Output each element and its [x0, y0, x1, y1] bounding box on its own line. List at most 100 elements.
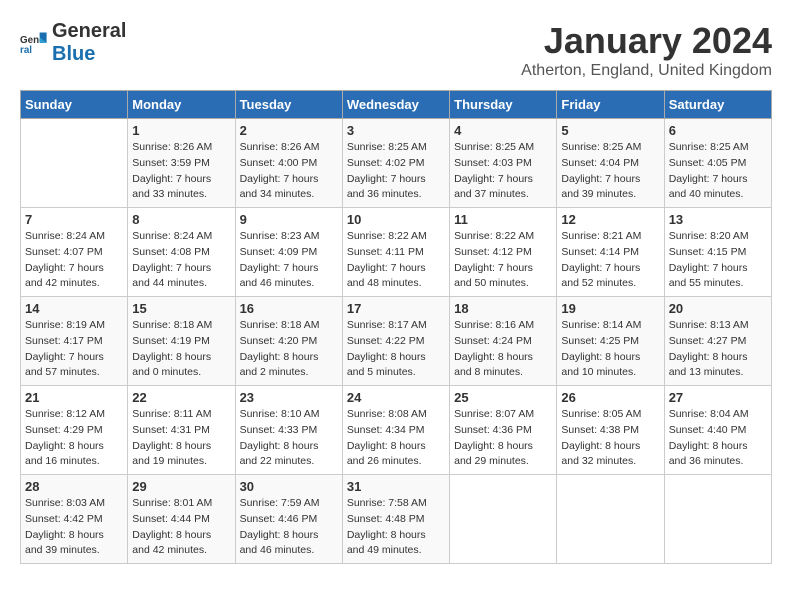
- day-number: 6: [669, 123, 767, 138]
- weekday-header-saturday: Saturday: [664, 91, 771, 119]
- calendar-cell: 10 Sunrise: 8:22 AMSunset: 4:11 PMDayligh…: [342, 208, 449, 297]
- calendar-cell: 11Sunrise: 8:22 AMSunset: 4:12 PMDayligh…: [450, 208, 557, 297]
- day-number: 2: [240, 123, 338, 138]
- day-detail: Sunrise: 8:12 AMSunset: 4:29 PMDaylight:…: [25, 407, 123, 470]
- calendar-cell: [557, 475, 664, 564]
- month-title: January 2024: [521, 20, 772, 62]
- weekday-header-tuesday: Tuesday: [235, 91, 342, 119]
- calendar-week-4: 21Sunrise: 8:12 AMSunset: 4:29 PMDayligh…: [21, 386, 772, 475]
- day-number: 5: [561, 123, 659, 138]
- weekday-header-row: SundayMondayTuesdayWednesdayThursdayFrid…: [21, 91, 772, 119]
- calendar-cell: 17 Sunrise: 8:17 AMSunset: 4:22 PMDayligh…: [342, 297, 449, 386]
- day-detail: Sunrise: 8:07 AMSunset: 4:36 PMDaylight:…: [454, 407, 552, 470]
- day-detail: Sunrise: 8:13 AMSunset: 4:27 PMDaylight:…: [669, 318, 767, 381]
- calendar-cell: 13Sunrise: 8:20 AMSunset: 4:15 PMDayligh…: [664, 208, 771, 297]
- day-number: 17: [347, 301, 445, 316]
- day-detail: Sunrise: 8:19 AMSunset: 4:17 PMDaylight:…: [25, 318, 123, 381]
- calendar-cell: 26 Sunrise: 8:05 AMSunset: 4:38 PMDayligh…: [557, 386, 664, 475]
- day-detail: Sunrise: 8:14 AMSunset: 4:25 PMDaylight:…: [561, 318, 659, 381]
- calendar-cell: 7 Sunrise: 8:24 AMSunset: 4:07 PMDaylight…: [21, 208, 128, 297]
- day-number: 14: [25, 301, 123, 316]
- day-detail: Sunrise: 8:22 AMSunset: 4:11 PMDaylight:…: [347, 229, 445, 292]
- day-number: 31: [347, 479, 445, 494]
- calendar-cell: 20 Sunrise: 8:13 AMSunset: 4:27 PMDayligh…: [664, 297, 771, 386]
- day-detail: Sunrise: 8:24 AMSunset: 4:07 PMDaylight:…: [25, 229, 123, 292]
- day-detail: Sunrise: 8:26 AMSunset: 4:00 PMDaylight:…: [240, 140, 338, 203]
- calendar-cell: 4 Sunrise: 8:25 AMSunset: 4:03 PMDaylight…: [450, 119, 557, 208]
- calendar-cell: 31 Sunrise: 7:58 AMSunset: 4:48 PMDayligh…: [342, 475, 449, 564]
- day-detail: Sunrise: 8:03 AMSunset: 4:42 PMDaylight:…: [25, 496, 123, 559]
- weekday-header-friday: Friday: [557, 91, 664, 119]
- day-number: 30: [240, 479, 338, 494]
- day-detail: Sunrise: 8:25 AMSunset: 4:03 PMDaylight:…: [454, 140, 552, 203]
- calendar-cell: 18Sunrise: 8:16 AMSunset: 4:24 PMDayligh…: [450, 297, 557, 386]
- weekday-header-wednesday: Wednesday: [342, 91, 449, 119]
- day-number: 10: [347, 212, 445, 227]
- day-number: 20: [669, 301, 767, 316]
- weekday-header-sunday: Sunday: [21, 91, 128, 119]
- day-number: 15: [132, 301, 230, 316]
- calendar-cell: 22 Sunrise: 8:11 AMSunset: 4:31 PMDayligh…: [128, 386, 235, 475]
- day-detail: Sunrise: 8:18 AMSunset: 4:19 PMDaylight:…: [132, 318, 230, 381]
- day-number: 1: [132, 123, 230, 138]
- calendar-week-1: 1Sunrise: 8:26 AMSunset: 3:59 PMDaylight…: [21, 119, 772, 208]
- calendar-cell: 3 Sunrise: 8:25 AMSunset: 4:02 PMDaylight…: [342, 119, 449, 208]
- day-number: 26: [561, 390, 659, 405]
- calendar-cell: 12 Sunrise: 8:21 AMSunset: 4:14 PMDayligh…: [557, 208, 664, 297]
- day-detail: Sunrise: 8:17 AMSunset: 4:22 PMDaylight:…: [347, 318, 445, 381]
- day-number: 16: [240, 301, 338, 316]
- day-number: 22: [132, 390, 230, 405]
- calendar-cell: 28 Sunrise: 8:03 AMSunset: 4:42 PMDayligh…: [21, 475, 128, 564]
- calendar-cell: 29 Sunrise: 8:01 AMSunset: 4:44 PMDayligh…: [128, 475, 235, 564]
- day-number: 28: [25, 479, 123, 494]
- calendar-cell: 2 Sunrise: 8:26 AMSunset: 4:00 PMDaylight…: [235, 119, 342, 208]
- day-number: 9: [240, 212, 338, 227]
- day-number: 19: [561, 301, 659, 316]
- location-title: Atherton, England, United Kingdom: [521, 62, 772, 80]
- day-detail: Sunrise: 8:04 AMSunset: 4:40 PMDaylight:…: [669, 407, 767, 470]
- day-number: 27: [669, 390, 767, 405]
- calendar-cell: 19 Sunrise: 8:14 AMSunset: 4:25 PMDayligh…: [557, 297, 664, 386]
- calendar-cell: 21Sunrise: 8:12 AMSunset: 4:29 PMDayligh…: [21, 386, 128, 475]
- day-number: 24: [347, 390, 445, 405]
- logo-text: General Blue: [52, 20, 126, 66]
- day-detail: Sunrise: 8:23 AMSunset: 4:09 PMDaylight:…: [240, 229, 338, 292]
- calendar-cell: 24 Sunrise: 8:08 AMSunset: 4:34 PMDayligh…: [342, 386, 449, 475]
- calendar-week-2: 7 Sunrise: 8:24 AMSunset: 4:07 PMDaylight…: [21, 208, 772, 297]
- day-detail: Sunrise: 7:58 AMSunset: 4:48 PMDaylight:…: [347, 496, 445, 559]
- page-header: Gene ral General Blue January 2024 Ather…: [20, 20, 772, 80]
- day-detail: Sunrise: 8:18 AMSunset: 4:20 PMDaylight:…: [240, 318, 338, 381]
- calendar-cell: 15 Sunrise: 8:18 AMSunset: 4:19 PMDayligh…: [128, 297, 235, 386]
- day-detail: Sunrise: 8:24 AMSunset: 4:08 PMDaylight:…: [132, 229, 230, 292]
- day-number: 3: [347, 123, 445, 138]
- day-number: 7: [25, 212, 123, 227]
- logo-icon: Gene ral: [20, 29, 48, 57]
- day-detail: Sunrise: 8:16 AMSunset: 4:24 PMDaylight:…: [454, 318, 552, 381]
- calendar-cell: 8Sunrise: 8:24 AMSunset: 4:08 PMDaylight…: [128, 208, 235, 297]
- calendar-cell: 27 Sunrise: 8:04 AMSunset: 4:40 PMDayligh…: [664, 386, 771, 475]
- day-number: 12: [561, 212, 659, 227]
- calendar-cell: 25 Sunrise: 8:07 AMSunset: 4:36 PMDayligh…: [450, 386, 557, 475]
- day-number: 25: [454, 390, 552, 405]
- day-detail: Sunrise: 8:11 AMSunset: 4:31 PMDaylight:…: [132, 407, 230, 470]
- svg-text:ral: ral: [20, 45, 32, 56]
- day-detail: Sunrise: 8:21 AMSunset: 4:14 PMDaylight:…: [561, 229, 659, 292]
- calendar-cell: [664, 475, 771, 564]
- day-detail: Sunrise: 8:08 AMSunset: 4:34 PMDaylight:…: [347, 407, 445, 470]
- day-number: 11: [454, 212, 552, 227]
- calendar-cell: 6Sunrise: 8:25 AMSunset: 4:05 PMDaylight…: [664, 119, 771, 208]
- calendar-cell: 16 Sunrise: 8:18 AMSunset: 4:20 PMDayligh…: [235, 297, 342, 386]
- day-detail: Sunrise: 8:01 AMSunset: 4:44 PMDaylight:…: [132, 496, 230, 559]
- day-number: 13: [669, 212, 767, 227]
- calendar-cell: [450, 475, 557, 564]
- weekday-header-monday: Monday: [128, 91, 235, 119]
- day-detail: Sunrise: 8:10 AMSunset: 4:33 PMDaylight:…: [240, 407, 338, 470]
- day-detail: Sunrise: 8:25 AMSunset: 4:02 PMDaylight:…: [347, 140, 445, 203]
- logo: Gene ral General Blue: [20, 20, 126, 66]
- calendar-cell: 14 Sunrise: 8:19 AMSunset: 4:17 PMDayligh…: [21, 297, 128, 386]
- calendar-week-3: 14 Sunrise: 8:19 AMSunset: 4:17 PMDayligh…: [21, 297, 772, 386]
- day-number: 4: [454, 123, 552, 138]
- day-detail: Sunrise: 8:05 AMSunset: 4:38 PMDaylight:…: [561, 407, 659, 470]
- day-number: 29: [132, 479, 230, 494]
- calendar-cell: [21, 119, 128, 208]
